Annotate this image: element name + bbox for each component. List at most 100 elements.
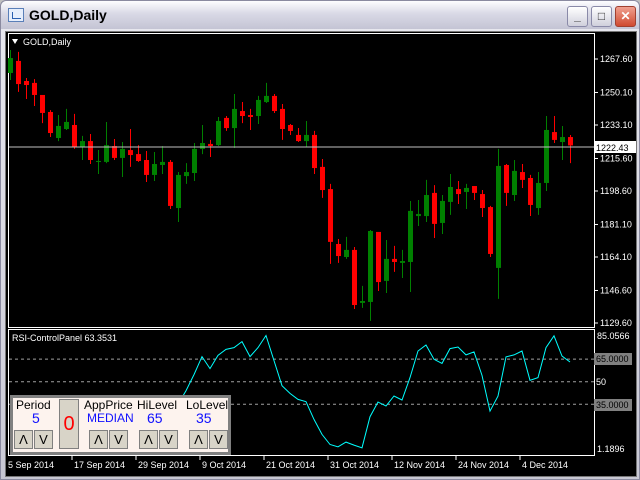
time-tick-label: 31 Oct 2014 <box>330 460 379 470</box>
lolevel-up-button[interactable]: Λ <box>189 430 208 449</box>
price-tick-label: 1233.10 <box>600 120 633 130</box>
candle-bear <box>48 111 53 134</box>
rsi-mid-level-label: 50 <box>596 377 606 387</box>
candle-bull <box>304 134 309 142</box>
candle-bull <box>56 125 61 139</box>
candle-bull <box>464 187 469 192</box>
candle-bear <box>568 137 573 146</box>
candle-bear <box>16 60 21 85</box>
rsi-min-label: 1.1896 <box>597 444 625 454</box>
bid-price-label: 1222.43 <box>596 143 629 153</box>
candle-bear <box>336 243 341 257</box>
candle-bear <box>552 132 557 140</box>
candle-bear <box>504 164 509 193</box>
candle-bear <box>280 108 285 130</box>
price-tick-label: 1267.60 <box>600 54 633 64</box>
candle-bear <box>136 154 141 161</box>
period-value: 5 <box>32 410 40 426</box>
candle-bear <box>328 189 333 242</box>
rsi-control-panel: Period 5 Λ V 0 AppPrice MEDIAN Λ V HiLev… <box>10 395 231 455</box>
candle-bear <box>296 134 301 142</box>
price-tick-label: 1146.60 <box>600 285 632 295</box>
candle-bull <box>368 230 373 302</box>
candle-bull <box>96 160 101 162</box>
time-tick-label: 9 Oct 2014 <box>202 460 246 470</box>
candle-bull <box>264 95 269 103</box>
period-down-button[interactable]: V <box>34 430 53 449</box>
candle-bull <box>184 172 189 177</box>
candle-bull <box>256 99 261 117</box>
appprice-up-button[interactable]: Λ <box>89 430 108 449</box>
reset-button[interactable]: 0 <box>59 399 79 449</box>
time-tick-label: 21 Oct 2014 <box>266 460 315 470</box>
hilevel-up-button[interactable]: Λ <box>139 430 158 449</box>
candle-bear <box>32 82 37 95</box>
hilevel-value: 65 <box>147 410 163 426</box>
candle-bear <box>88 141 93 161</box>
candle-bear <box>72 124 77 147</box>
candle-bull <box>560 137 565 143</box>
candle-bear <box>352 249 357 306</box>
candle-bear <box>208 143 213 147</box>
candle-bear <box>224 117 229 129</box>
candle-bull <box>104 145 109 162</box>
candle-bear <box>24 80 29 86</box>
appprice-label: AppPrice <box>84 398 133 412</box>
candle-bear <box>520 172 525 180</box>
candle-bull <box>544 129 549 183</box>
rsi-hi-level-label: 65.0000 <box>596 354 629 364</box>
candle-bear <box>168 161 173 206</box>
chart-menu-triangle-icon[interactable] <box>12 39 18 44</box>
rsi-max-label: 85.0566 <box>597 331 630 341</box>
candle-bull <box>80 141 85 147</box>
candle-bear <box>392 258 397 262</box>
rsi-lo-level-label: 35.0000 <box>596 400 629 410</box>
candle-bear <box>272 95 277 112</box>
candle-bull <box>344 249 349 257</box>
appprice-down-button[interactable]: V <box>109 430 128 449</box>
time-tick-label: 17 Sep 2014 <box>74 460 125 470</box>
candle-bull <box>536 182 541 209</box>
candle-bull <box>120 148 125 158</box>
price-tick-label: 1129.60 <box>600 318 632 328</box>
candle-bear <box>312 134 317 169</box>
candle-bear <box>528 177 533 205</box>
time-tick-label: 24 Nov 2014 <box>458 460 509 470</box>
candle-bull <box>176 174 181 209</box>
candle-bull <box>192 148 197 174</box>
appprice-value: MEDIAN <box>87 411 134 425</box>
candle-bear <box>40 94 45 113</box>
candle-bear <box>456 189 461 195</box>
candle-bear <box>488 207 493 254</box>
price-tick-label: 1198.60 <box>600 186 632 196</box>
lolevel-down-button[interactable]: V <box>209 430 228 449</box>
candle-bull <box>408 210 413 262</box>
time-tick-label: 5 Sep 2014 <box>8 460 54 470</box>
price-tick-label: 1181.10 <box>600 219 632 229</box>
chart-symbol-label: GOLD,Daily <box>23 37 72 47</box>
candle-bear <box>248 115 253 117</box>
price-tick-label: 1215.60 <box>600 153 633 163</box>
candle-bear <box>472 186 477 193</box>
rsi-line <box>177 334 571 449</box>
hilevel-down-button[interactable]: V <box>159 430 178 449</box>
candle-bull <box>440 200 445 223</box>
candle-bull <box>512 170 517 196</box>
candle-bear <box>432 192 437 224</box>
candle-bull <box>424 195 429 217</box>
candle-bear <box>288 124 293 131</box>
candle-bear <box>144 160 149 175</box>
period-up-button[interactable]: Λ <box>14 430 33 449</box>
candle-bear <box>240 111 245 117</box>
candle-bear <box>128 150 133 156</box>
price-tick-label: 1250.10 <box>600 87 633 97</box>
candle-bull <box>200 142 205 149</box>
price-tick-label: 1164.10 <box>600 252 632 262</box>
candle-bull <box>160 161 165 165</box>
candle-bull <box>360 300 365 303</box>
candle-bull <box>152 164 157 175</box>
time-tick-label: 29 Sep 2014 <box>138 460 189 470</box>
candle-bear <box>112 146 117 158</box>
candle-bear <box>480 194 485 209</box>
candle-bull <box>496 165 501 268</box>
